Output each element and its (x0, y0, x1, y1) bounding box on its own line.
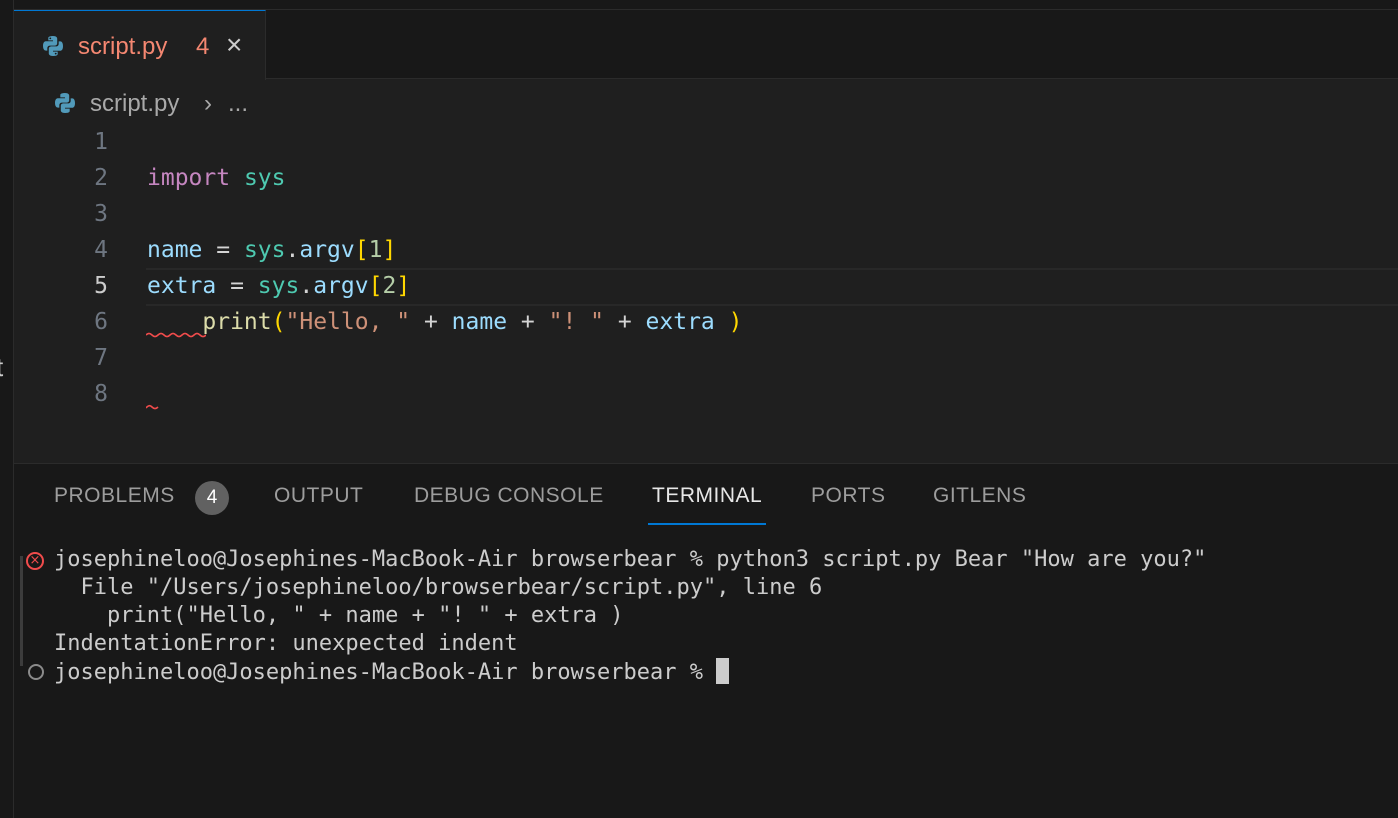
line-number: 4 (94, 237, 108, 263)
breadcrumb-more[interactable]: ... (228, 90, 248, 118)
tab-terminal[interactable]: TERMINAL (652, 484, 762, 508)
code-token: [ (368, 273, 383, 299)
terminal-prompt: josephineloo@Josephines-MacBook-Air brow… (54, 660, 717, 685)
code-token: extra (147, 273, 217, 299)
chevron-right-icon: › (204, 90, 212, 117)
line-number: 2 (94, 165, 108, 191)
code-token: sys (243, 165, 286, 191)
breadcrumb-file[interactable]: script.py (90, 90, 179, 118)
activity-strip: t (0, 0, 14, 818)
tab-problems[interactable]: PROBLEMS (54, 484, 175, 508)
code-token: "Hello, " (285, 309, 411, 335)
code-token: + (410, 309, 452, 335)
tab-debug-console[interactable]: DEBUG CONSOLE (414, 484, 604, 508)
code-editor[interactable]: 12345678 import sys name = sys.argv[1] ext… (14, 124, 1398, 462)
code-token: extra (645, 309, 715, 335)
code-token: 2 (382, 273, 397, 299)
stray-text: t (0, 352, 3, 383)
line-number: 5 (94, 273, 108, 299)
line-number: 6 (94, 309, 108, 335)
terminal-line: josephineloo@Josephines-MacBook-Air brow… (54, 547, 1207, 572)
code-token: "! " (548, 309, 604, 335)
tab-script-py[interactable]: script.py 4 × (14, 10, 266, 80)
code-token: import (147, 165, 231, 191)
code-token: = (216, 273, 258, 299)
code-token: sys (243, 237, 286, 263)
circle-icon[interactable] (28, 664, 44, 680)
code-token: . (285, 237, 300, 263)
code-token: sys (257, 273, 300, 299)
code-token: [ (354, 237, 369, 263)
terminal-line: print("Hello, " + name + "! " + extra ) (54, 603, 624, 628)
tab-label: script.py (78, 33, 168, 60)
tab-problem-count: 4 (196, 33, 210, 60)
code-token: argv (313, 273, 369, 299)
code-token: + (604, 309, 646, 335)
line-number: 7 (94, 345, 108, 371)
window-top-border (0, 0, 1398, 10)
code-token: name (147, 237, 203, 263)
error-squiggle (146, 332, 206, 338)
problems-count-badge: 4 (195, 481, 229, 515)
code-token: argv (299, 237, 355, 263)
tab-ports[interactable]: PORTS (811, 484, 885, 508)
code-token: = (202, 237, 244, 263)
python-icon (54, 92, 76, 121)
terminal-line: File "/Users/josephineloo/browserbear/sc… (54, 575, 823, 600)
line-number: 1 (94, 129, 108, 155)
active-tab-indicator (648, 523, 766, 525)
editor-tab-bar: script.py 4 × (14, 10, 1398, 80)
error-squiggle (146, 404, 159, 410)
python-icon (42, 35, 64, 62)
code-token: + (507, 309, 549, 335)
terminal-line: IndentationError: unexpected indent (54, 631, 518, 656)
close-icon[interactable]: × (226, 31, 242, 59)
command-decoration-bar (20, 556, 23, 666)
code-token: ) (728, 309, 743, 335)
terminal-prompt-line: josephineloo@Josephines-MacBook-Air brow… (54, 658, 730, 687)
code-token: ] (396, 273, 411, 299)
code-token: print (202, 309, 272, 335)
terminal-cursor (716, 658, 730, 684)
error-circle-icon[interactable]: × (26, 552, 44, 570)
code-token: ( (271, 309, 286, 335)
code-line: print("Hello, " + name + "! " + extra ) (147, 304, 743, 340)
line-number: 8 (94, 381, 108, 407)
tab-gitlens[interactable]: GITLENS (933, 484, 1026, 508)
code-token: 1 (368, 237, 383, 263)
code-token: name (451, 309, 508, 335)
bottom-panel: PROBLEMS 4 OUTPUT DEBUG CONSOLE TERMINAL… (14, 463, 1398, 818)
code-token: ] (382, 237, 397, 263)
code-token: . (299, 273, 314, 299)
tab-output[interactable]: OUTPUT (274, 484, 363, 508)
code-line: name = sys.argv[1] (147, 232, 396, 268)
code-line: extra = sys.argv[2] (147, 268, 410, 304)
line-number: 3 (94, 201, 108, 227)
code-line: import sys (147, 160, 286, 196)
